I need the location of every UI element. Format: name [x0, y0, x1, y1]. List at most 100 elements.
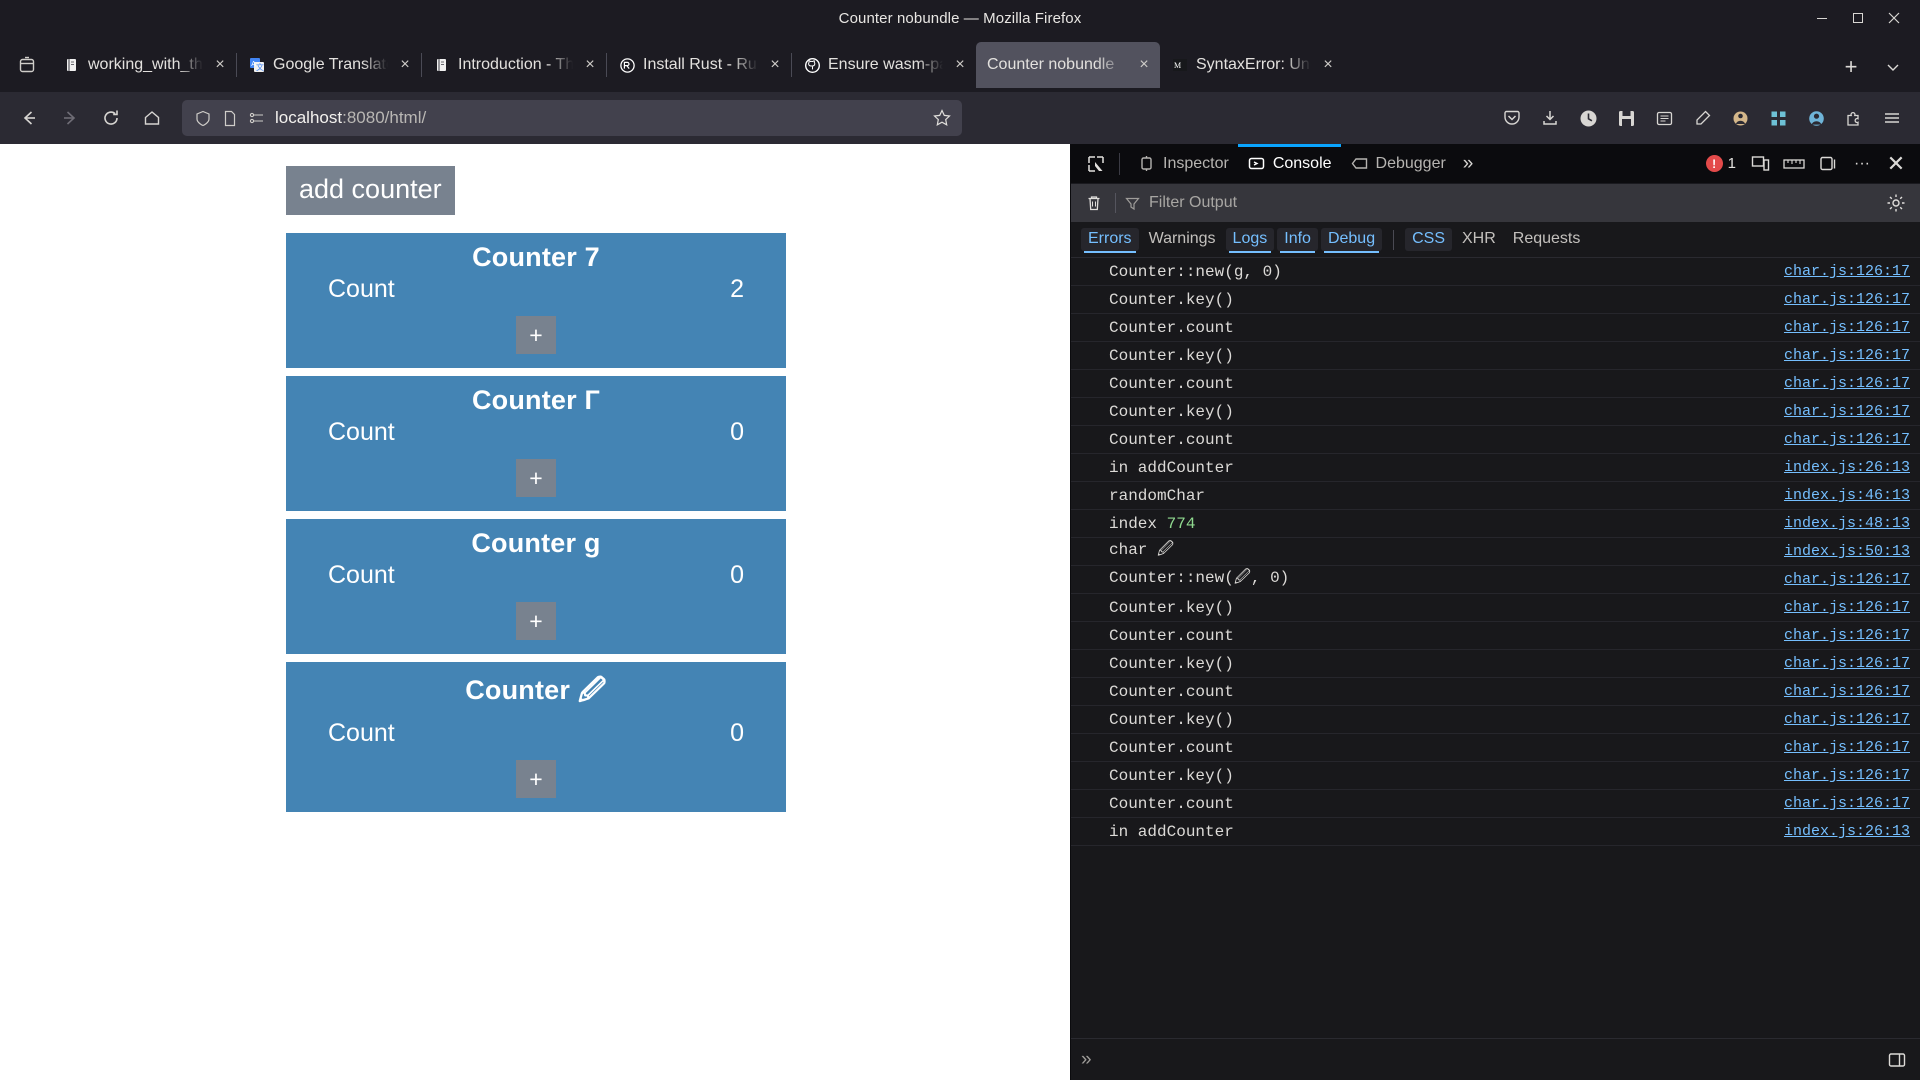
console-source-link[interactable]: char.js:126:17	[1772, 291, 1910, 308]
console-output[interactable]: Counter::new(g, 0) char.js:126:17 Counter.…	[1071, 258, 1920, 1038]
filter-output-input[interactable]: Filter Output	[1124, 194, 1874, 212]
console-row[interactable]: Counter.key() char.js:126:17	[1071, 286, 1920, 314]
menu-icon[interactable]	[1874, 100, 1910, 136]
increment-button[interactable]: +	[516, 760, 556, 798]
console-row[interactable]: Counter.key() char.js:126:17	[1071, 762, 1920, 790]
browser-tab[interactable]: M SyntaxError: Une ×	[1160, 42, 1344, 88]
console-source-link[interactable]: char.js:126:17	[1772, 599, 1910, 616]
filter-info[interactable]: Info	[1277, 228, 1318, 253]
console-row[interactable]: Counter.count char.js:126:17	[1071, 370, 1920, 398]
split-console-icon[interactable]	[1884, 1047, 1910, 1073]
console-source-link[interactable]: char.js:126:17	[1772, 571, 1910, 588]
tab-close-icon[interactable]: ×	[1318, 55, 1338, 75]
history-icon[interactable]	[1570, 100, 1606, 136]
gear-icon[interactable]	[1882, 189, 1910, 217]
tab-inspector[interactable]: Inspector	[1128, 144, 1238, 184]
tab-console[interactable]: Console	[1237, 143, 1341, 184]
console-row[interactable]: char 🖉 index.js:50:13	[1071, 538, 1920, 566]
tab-close-icon[interactable]: ×	[765, 55, 785, 75]
console-row[interactable]: Counter.count char.js:126:17	[1071, 622, 1920, 650]
tab-close-icon[interactable]: ×	[210, 55, 230, 75]
url-bar[interactable]: localhost:8080/html/	[182, 100, 962, 136]
shield-icon[interactable]	[194, 109, 212, 127]
reload-button[interactable]	[92, 100, 130, 136]
firefox-view-icon[interactable]	[6, 42, 48, 88]
responsive-design-icon[interactable]	[1744, 149, 1776, 179]
increment-button[interactable]: +	[516, 602, 556, 640]
console-source-link[interactable]: index.js:48:13	[1772, 515, 1910, 532]
more-tabs-icon[interactable]: »	[1455, 153, 1482, 175]
console-source-link[interactable]: char.js:126:17	[1772, 711, 1910, 728]
console-source-link[interactable]: char.js:126:17	[1772, 347, 1910, 364]
console-row[interactable]: Counter.key() char.js:126:17	[1071, 594, 1920, 622]
console-source-link[interactable]: char.js:126:17	[1772, 319, 1910, 336]
browser-tab[interactable]: Introduction - Th ×	[422, 42, 606, 88]
increment-button[interactable]: +	[516, 316, 556, 354]
tab-debugger[interactable]: Debugger	[1341, 144, 1455, 184]
tab-close-icon[interactable]: ×	[950, 55, 970, 75]
trash-icon[interactable]	[1081, 190, 1107, 216]
filter-warnings[interactable]: Warnings	[1142, 228, 1223, 251]
highlighter-icon[interactable]	[1684, 100, 1720, 136]
new-tab-button[interactable]: +	[1830, 46, 1872, 88]
console-row[interactable]: Counter.key() char.js:126:17	[1071, 342, 1920, 370]
filter-css[interactable]: CSS	[1405, 228, 1452, 251]
tab-close-icon[interactable]: ×	[580, 55, 600, 75]
console-row[interactable]: Counter::new(g, 0) char.js:126:17	[1071, 258, 1920, 286]
minimize-button[interactable]	[1804, 3, 1840, 33]
page-info-icon[interactable]	[221, 109, 239, 127]
console-source-link[interactable]: index.js:26:13	[1772, 823, 1910, 840]
console-row[interactable]: Counter.key() char.js:126:17	[1071, 398, 1920, 426]
console-source-link[interactable]: char.js:126:17	[1772, 431, 1910, 448]
console-source-link[interactable]: index.js:46:13	[1772, 487, 1910, 504]
console-row[interactable]: Counter.count char.js:126:17	[1071, 678, 1920, 706]
reader-icon[interactable]	[1646, 100, 1682, 136]
console-source-link[interactable]: index.js:26:13	[1772, 459, 1910, 476]
filter-requests[interactable]: Requests	[1506, 228, 1588, 251]
forward-button[interactable]	[51, 100, 89, 136]
container-icon[interactable]	[1722, 100, 1758, 136]
console-source-link[interactable]: char.js:126:17	[1772, 739, 1910, 756]
close-button[interactable]	[1876, 3, 1912, 33]
console-row[interactable]: Counter.key() char.js:126:17	[1071, 706, 1920, 734]
meatball-menu-icon[interactable]: ···	[1846, 149, 1878, 179]
console-source-link[interactable]: char.js:126:17	[1772, 795, 1910, 812]
tracking-protection-icon[interactable]	[248, 109, 266, 127]
browser-tab[interactable]: Install Rust - Rust ×	[607, 42, 791, 88]
error-count-badge[interactable]: ! 1	[1700, 155, 1742, 172]
extension-grid-icon[interactable]	[1760, 100, 1796, 136]
console-source-link[interactable]: char.js:126:17	[1772, 403, 1910, 420]
browser-tab[interactable]: working_with_th ×	[52, 42, 236, 88]
console-row[interactable]: Counter.count char.js:126:17	[1071, 314, 1920, 342]
console-source-link[interactable]: char.js:126:17	[1772, 375, 1910, 392]
console-source-link[interactable]: char.js:126:17	[1772, 655, 1910, 672]
console-source-link[interactable]: char.js:126:17	[1772, 767, 1910, 784]
downloads-icon[interactable]	[1532, 100, 1568, 136]
home-button[interactable]	[133, 100, 171, 136]
tab-close-icon[interactable]: ×	[395, 55, 415, 75]
maximize-button[interactable]	[1840, 3, 1876, 33]
bookmark-star-icon[interactable]	[932, 108, 952, 128]
filter-xhr[interactable]: XHR	[1455, 228, 1503, 251]
browser-tab[interactable]: Ensure wasm-pac ×	[792, 42, 976, 88]
ruler-icon[interactable]	[1778, 149, 1810, 179]
console-row[interactable]: index 774 index.js:48:13	[1071, 510, 1920, 538]
increment-button[interactable]: +	[516, 459, 556, 497]
console-row[interactable]: Counter.count char.js:126:17	[1071, 734, 1920, 762]
tab-close-icon[interactable]: ×	[1134, 55, 1154, 75]
console-source-link[interactable]: char.js:126:17	[1772, 683, 1910, 700]
element-picker-icon[interactable]	[1081, 150, 1111, 178]
browser-tab-active[interactable]: Counter nobundle ×	[976, 42, 1160, 88]
console-row[interactable]: Counter.count char.js:126:17	[1071, 426, 1920, 454]
console-input-row[interactable]: »	[1071, 1038, 1920, 1080]
back-button[interactable]	[10, 100, 48, 136]
separate-window-icon[interactable]	[1812, 149, 1844, 179]
console-row[interactable]: Counter.count char.js:126:17	[1071, 790, 1920, 818]
console-source-link[interactable]: char.js:126:17	[1772, 263, 1910, 280]
console-source-link[interactable]: index.js:50:13	[1772, 543, 1910, 560]
filter-debug[interactable]: Debug	[1320, 228, 1383, 253]
account-icon[interactable]	[1798, 100, 1834, 136]
filter-errors[interactable]: Errors	[1081, 228, 1139, 253]
console-row[interactable]: randomChar index.js:46:13	[1071, 482, 1920, 510]
console-row[interactable]: in addCounter index.js:26:13	[1071, 818, 1920, 846]
